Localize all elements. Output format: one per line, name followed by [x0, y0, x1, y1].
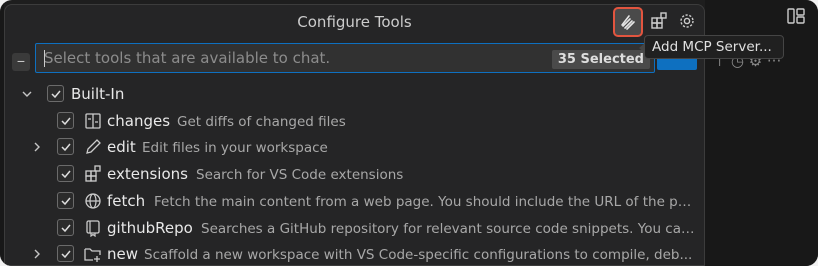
configure-tools-quick-pick: Configure Tools − Select tools that are …	[4, 4, 705, 266]
tool-description: Get diffs of changed files	[177, 114, 346, 130]
tool-checkbox[interactable]	[57, 138, 74, 155]
add-mcp-server-button[interactable]	[613, 7, 643, 37]
tool-description: Search for VS Code extensions	[196, 167, 404, 183]
tool-row-githubrepo[interactable]: githubRepo Searches a GitHub repository …	[5, 215, 704, 241]
repo-icon	[86, 220, 100, 237]
tool-checkbox[interactable]	[57, 245, 74, 262]
quick-pick-titlebar: Configure Tools	[5, 5, 704, 37]
check-icon	[60, 250, 71, 258]
pencil-icon	[86, 139, 101, 154]
chevron-right-icon[interactable]	[31, 141, 43, 153]
collapse-all-button[interactable]: −	[12, 53, 30, 71]
tool-row-edit[interactable]: edit Edit files in your workspace	[5, 134, 704, 160]
tool-name: fetch	[107, 192, 146, 210]
settings-button[interactable]	[675, 9, 699, 33]
tool-name: changes	[107, 112, 171, 130]
tree-group-built-in[interactable]: Built-In	[5, 81, 704, 107]
globe-icon	[85, 193, 101, 209]
search-box[interactable]: 35 Selected	[35, 43, 655, 73]
tooltip: Add MCP Server...	[639, 35, 784, 59]
new-folder-icon	[84, 248, 101, 262]
selected-count-badge: 35 Selected	[551, 50, 650, 69]
tool-row-extensions[interactable]: extensions Search for VS Code extensions	[5, 161, 704, 187]
check-icon	[60, 143, 71, 151]
tool-checkbox[interactable]	[57, 165, 74, 182]
check-icon	[60, 224, 71, 232]
tool-name: edit	[107, 138, 136, 156]
install-extension-button[interactable]	[647, 9, 671, 33]
tool-description: Scaffold a new workspace with VS Code-sp…	[144, 247, 693, 263]
check-icon	[50, 90, 61, 98]
text-cursor	[44, 50, 45, 67]
mcp-icon	[621, 15, 635, 30]
group-label: Built-In	[71, 85, 125, 103]
check-icon	[60, 117, 71, 125]
tool-description: Searches a GitHub repository for relevan…	[201, 221, 695, 237]
tool-row-new[interactable]: new Scaffold a new workspace with VS Cod…	[5, 241, 704, 266]
layout-icon[interactable]	[787, 8, 805, 29]
extensions-icon	[651, 12, 667, 29]
tool-description: Edit files in your workspace	[142, 140, 328, 156]
extensions-icon	[85, 165, 101, 182]
tool-checkbox[interactable]	[57, 192, 74, 209]
page-title: Configure Tools	[297, 13, 412, 31]
tool-checkbox[interactable]	[57, 112, 74, 129]
tool-row-changes[interactable]: changes Get diffs of changed files	[5, 108, 704, 134]
tool-name: githubRepo	[107, 219, 193, 237]
chevron-right-icon[interactable]	[31, 248, 43, 260]
check-icon	[60, 197, 71, 205]
gear-icon	[680, 14, 694, 28]
tool-name: extensions	[107, 165, 188, 183]
chevron-down-icon[interactable]	[21, 88, 33, 100]
diff-icon	[85, 113, 101, 129]
group-checkbox[interactable]	[47, 85, 64, 102]
tool-description: Fetch the main content from a web page. …	[154, 194, 694, 210]
check-icon	[60, 170, 71, 178]
tool-name: new	[107, 245, 139, 263]
tool-checkbox[interactable]	[57, 219, 74, 236]
window: ⊤ ◷ ⚙ ··· Configure Tools − Select tools…	[0, 0, 818, 266]
tool-row-fetch[interactable]: fetch Fetch the main content from a web …	[5, 188, 704, 214]
